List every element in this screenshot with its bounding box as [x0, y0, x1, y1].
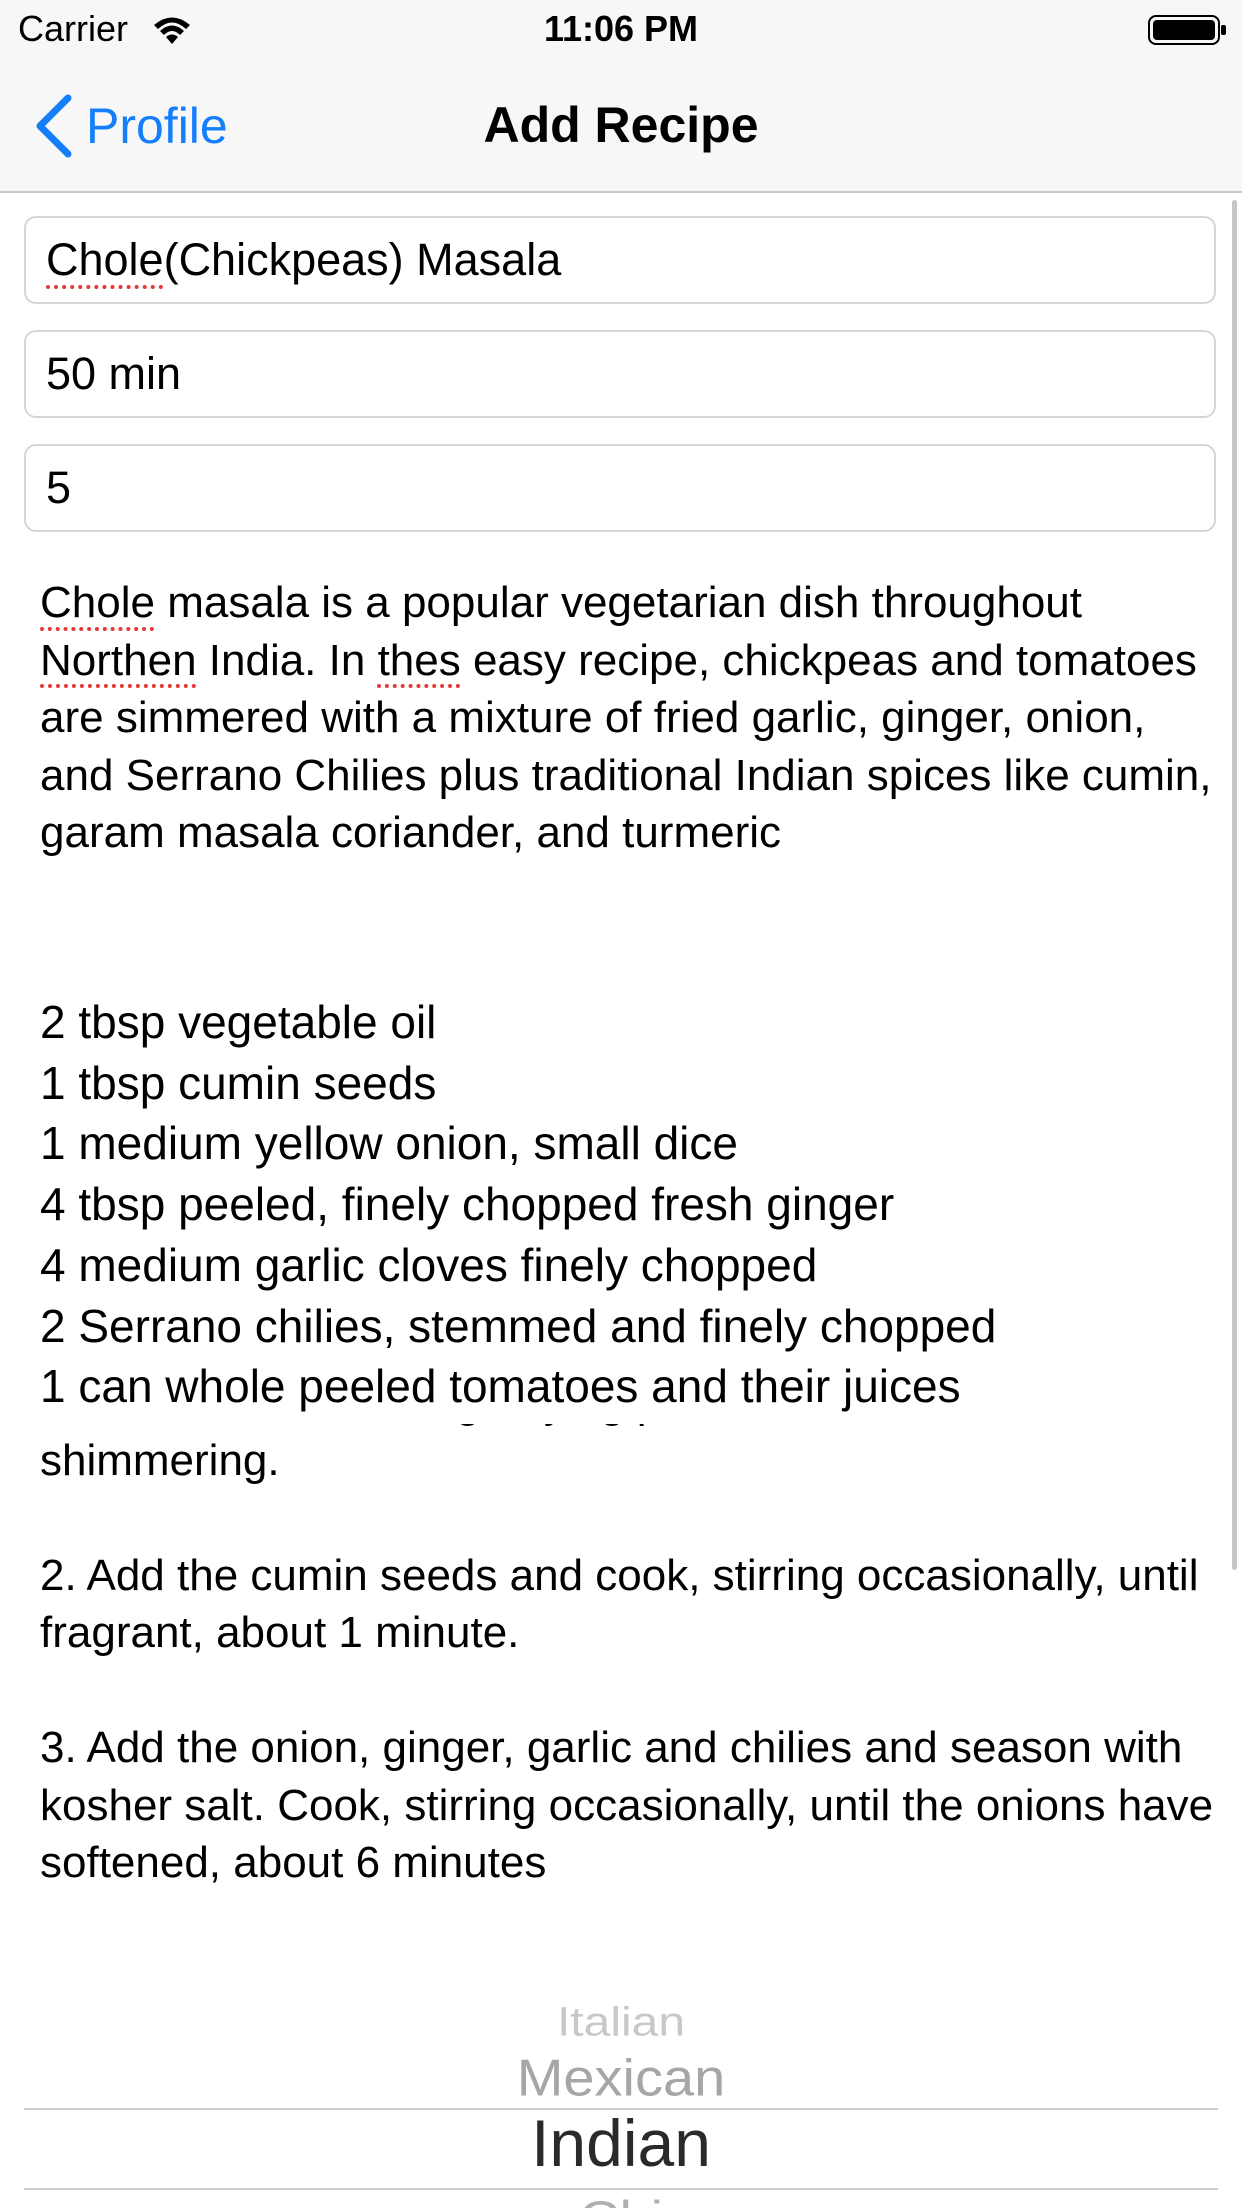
direction-step: 3. Add the onion, ginger, garlic and chi…: [40, 1723, 1214, 1887]
ingredient-line: 4 tbsp peeled, finely chopped fresh ging…: [40, 1178, 895, 1231]
page-title: Add Recipe: [483, 97, 759, 153]
servings-field[interactable]: [24, 444, 1216, 532]
scroll-indicator[interactable]: [1232, 200, 1237, 1570]
ingredient-line: 2 Serrano chilies, stemmed and finely ch…: [40, 1299, 997, 1352]
picker-option-mexican[interactable]: Mexican: [0, 2048, 1242, 2108]
description-text-view[interactable]: Chole masala is a popular vegetarian dis…: [40, 574, 1220, 862]
ingredient-line: 1 tbsp cumin seeds: [40, 1056, 437, 1109]
navigation-bar: Profile Add Recipe: [0, 60, 1242, 193]
ingredient-line: 2 tbsp vegetable oil: [40, 996, 437, 1048]
directions-text-view[interactable]: 1. Heat the oil in a large frying pan ov…: [0, 1424, 1242, 1944]
picker-option-italian[interactable]: Italian: [0, 1999, 1242, 2046]
direction-step: 2. Add the cumin seeds and cook, stirrin…: [40, 1550, 1199, 1658]
ingredients-text-view[interactable]: 2 tbsp vegetable oil 1 tbsp cumin seeds …: [40, 992, 1220, 1417]
ingredient-line: 4 medium garlic cloves finely chopped: [40, 1238, 818, 1291]
cook-time-field[interactable]: [24, 330, 1216, 418]
add-recipe-screen: Carrier 11:06 PM Profile Add Recipe Chol…: [0, 0, 1242, 2208]
status-bar: Carrier 11:06 PM: [0, 0, 1242, 60]
ingredient-line: 1 medium yellow onion, small dice: [40, 1117, 738, 1170]
cuisine-picker[interactable]: Italian Mexican Indian Chi: [0, 1975, 1242, 2208]
battery-icon: [1148, 15, 1226, 45]
servings-input[interactable]: [46, 462, 1214, 514]
direction-step: 1. Heat the oil in a large frying pan ov…: [40, 1424, 1168, 1485]
cook-time-input[interactable]: [46, 348, 1214, 400]
recipe-name-field[interactable]: Chole(Chickpeas) Masala: [24, 216, 1216, 304]
picker-option-next[interactable]: Chi: [0, 2190, 1242, 2208]
recipe-name-value: Chole(Chickpeas) Masala: [46, 234, 562, 285]
clock: 11:06 PM: [543, 8, 699, 49]
ingredient-line: 1 can whole peeled tomatoes and their ju…: [40, 1360, 961, 1413]
picker-option-selected[interactable]: Indian: [0, 2105, 1242, 2181]
